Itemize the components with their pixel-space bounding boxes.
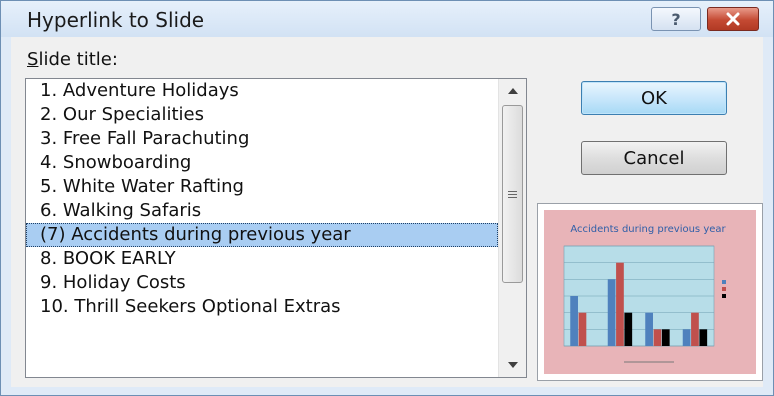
slide-list-item[interactable]: 1. Adventure Holidays <box>26 79 498 103</box>
slide-list-item[interactable]: 9. Holiday Costs <box>26 271 498 295</box>
preview-bar <box>616 262 624 346</box>
slide-title-label-text: lide title: <box>38 49 118 70</box>
preview-bar <box>699 329 708 346</box>
preview-bar <box>624 312 633 346</box>
arrow-up-icon <box>507 88 518 94</box>
slide-list-items: 1. Adventure Holidays 2. Our Specialities… <box>26 79 498 377</box>
dialog-body: Slide title: 1. Adventure Holidays 2. Our… <box>11 37 763 387</box>
preview-legend-swatch <box>722 280 726 284</box>
preview-bar <box>682 329 691 346</box>
slide-list-item[interactable]: 2. Our Specialities <box>26 103 498 127</box>
slide-list-item[interactable]: 5. White Water Rafting <box>26 175 498 199</box>
preview-bar <box>607 279 616 346</box>
help-button[interactable]: ? <box>651 7 701 31</box>
ok-button[interactable]: OK <box>581 81 727 115</box>
slide-title-label-mnemonic: S <box>27 49 39 70</box>
preview-bar <box>653 329 662 346</box>
close-icon <box>726 12 740 26</box>
cancel-button[interactable]: Cancel <box>581 141 727 175</box>
arrow-down-icon <box>507 362 518 368</box>
slide-list-item[interactable]: 6. Walking Safaris <box>26 199 498 223</box>
slide-preview-thumbnail: Accidents during previous year <box>544 210 756 374</box>
preview-bar <box>578 312 587 346</box>
dialog-title: Hyperlink to Slide <box>27 8 205 32</box>
preview-legend-swatch <box>722 287 726 291</box>
slide-list-item[interactable]: 10. Thrill Seekers Optional Extras <box>26 295 498 319</box>
slide-preview: Accidents during previous year <box>537 203 763 381</box>
scroll-down-button[interactable] <box>499 353 526 377</box>
help-icon: ? <box>671 9 681 29</box>
vertical-scrollbar[interactable] <box>498 79 526 377</box>
slide-title-label: Slide title: <box>27 49 118 70</box>
close-button[interactable] <box>707 7 759 31</box>
slide-list-item[interactable]: (7) Accidents during previous year <box>26 223 498 247</box>
slide-list-item[interactable]: 3. Free Fall Parachuting <box>26 127 498 151</box>
preview-bar <box>691 312 699 346</box>
slide-list-item[interactable]: 4. Snowboarding <box>26 151 498 175</box>
hyperlink-to-slide-dialog: Hyperlink to Slide ? Slide title: 1. Adv… <box>0 0 774 396</box>
preview-title: Accidents during previous year <box>570 224 726 235</box>
scroll-thumb-grip-icon <box>508 189 517 200</box>
slide-list[interactable]: 1. Adventure Holidays 2. Our Specialities… <box>25 78 527 378</box>
scroll-up-button[interactable] <box>499 79 526 103</box>
title-bar: Hyperlink to Slide ? <box>1 1 773 37</box>
preview-legend-swatch <box>722 294 726 298</box>
scroll-thumb[interactable] <box>502 105 523 283</box>
slide-list-item[interactable]: 8. BOOK EARLY <box>26 247 498 271</box>
preview-bar <box>661 329 670 346</box>
preview-bar <box>570 296 578 346</box>
preview-bar <box>645 312 653 346</box>
